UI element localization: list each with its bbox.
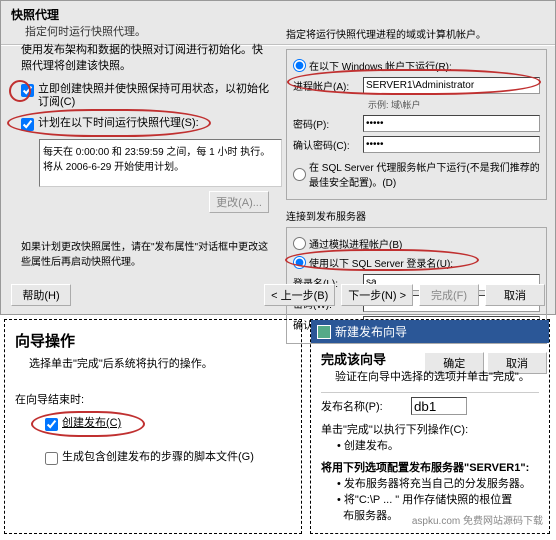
generate-script-checkbox[interactable] — [45, 452, 58, 465]
bullet-distributor: • 发布服务器将充当自己的分发服务器。 — [337, 475, 539, 491]
create-snapshot-label: 立即创建快照并使快照保持可用状态，以初始化订阅(C) — [38, 83, 271, 109]
windows-account-group: 在以下 Windows 帐户下运行(R): 进程帐户(A): 示例: 域\帐户 … — [286, 49, 547, 200]
next-button[interactable]: 下一步(N) > — [341, 284, 413, 306]
complete-wizard-sub: 验证在向导中选择的选项并单击"完成"。 — [335, 368, 539, 384]
wizard-icon — [317, 325, 331, 339]
account-example: 示例: 域\帐户 — [368, 98, 540, 111]
complete-wizard-title: 完成该向导 — [321, 349, 539, 368]
right-desc: 指定将运行快照代理进程的域或计算机帐户。 — [286, 26, 547, 41]
wizard-action-title: 向导操作 — [15, 330, 291, 351]
create-publication-label: 创建发布(C) — [62, 417, 121, 430]
wizard-titlebar: 新建发布向导 — [311, 320, 549, 343]
intro-text: 使用发布架构和数据的快照对订阅进行初始化。快照代理将创建该快照。 — [21, 41, 271, 73]
impersonate-label: 通过模拟进程帐户(B) — [309, 236, 402, 251]
create-publication-checkbox[interactable] — [45, 418, 58, 431]
password-label: 密码(P): — [293, 116, 363, 131]
click-finish-text: 单击"完成"以执行下列操作(C): — [321, 421, 539, 437]
publication-name-label: 发布名称(P): — [321, 398, 411, 414]
process-account-label: 进程帐户(A): — [293, 78, 363, 93]
finish-button: 完成(F) — [419, 284, 479, 306]
publication-name-input[interactable] — [411, 397, 467, 415]
bullet-snapshot-path: • 将"C:\P ... " 用作存储快照的根位置 — [337, 491, 539, 507]
create-snapshot-checkbox[interactable] — [21, 84, 34, 97]
divider — [321, 392, 539, 393]
agent-heading: 快照代理 — [11, 6, 545, 23]
back-button[interactable]: < 上一步(B) — [264, 284, 335, 306]
wizard-action-sub: 选择单击"完成"后系统将执行的操作。 — [29, 355, 291, 371]
run-as-sqlagent-radio[interactable] — [293, 168, 306, 181]
run-as-windows-radio[interactable] — [293, 59, 306, 72]
watermark: aspku.com 免费网站源码下载 — [412, 512, 543, 527]
cancel-button[interactable]: 取消 — [485, 284, 545, 306]
help-button[interactable]: 帮助(H) — [11, 284, 71, 306]
run-as-sqlagent-label: 在 SQL Server 代理服务帐户下运行(不是我们推荐的最佳安全配置)。(D… — [309, 159, 540, 189]
run-as-windows-label: 在以下 Windows 帐户下运行(R): — [309, 58, 452, 73]
wizard-end-label: 在向导结束时: — [15, 391, 291, 407]
bullet-create-pub: • 创建发布。 — [337, 437, 539, 453]
schedule-textbox: 每天在 0:00:00 和 23:59:59 之间，每 1 小时 执行。将从 2… — [39, 139, 282, 187]
schedule-checkbox[interactable] — [21, 118, 34, 131]
password-input[interactable] — [363, 115, 540, 132]
connect-publisher-title: 连接到发布服务器 — [286, 208, 547, 223]
generate-script-label: 生成包含创建发布的步骤的脚本文件(G) — [62, 451, 254, 464]
change-button[interactable]: 更改(A)... — [209, 191, 269, 213]
confirm-password-label: 确认密码(C): — [293, 137, 363, 152]
schedule-label: 计划在以下时间运行快照代理(S): — [38, 117, 199, 130]
use-sql-login-radio[interactable] — [293, 256, 306, 269]
config-text: 将用下列选项配置发布服务器"SERVER1": — [321, 459, 539, 475]
impersonate-radio[interactable] — [293, 237, 306, 250]
confirm-password-input[interactable] — [363, 136, 540, 153]
process-account-input[interactable] — [363, 77, 540, 94]
footnote-text: 如果计划更改快照属性，请在"发布属性"对话框中更改这些属性后再启动快照代理。 — [21, 238, 271, 268]
use-sql-login-label: 使用以下 SQL Server 登录名(U): — [309, 255, 453, 270]
wizard-titlebar-text: 新建发布向导 — [335, 323, 407, 340]
